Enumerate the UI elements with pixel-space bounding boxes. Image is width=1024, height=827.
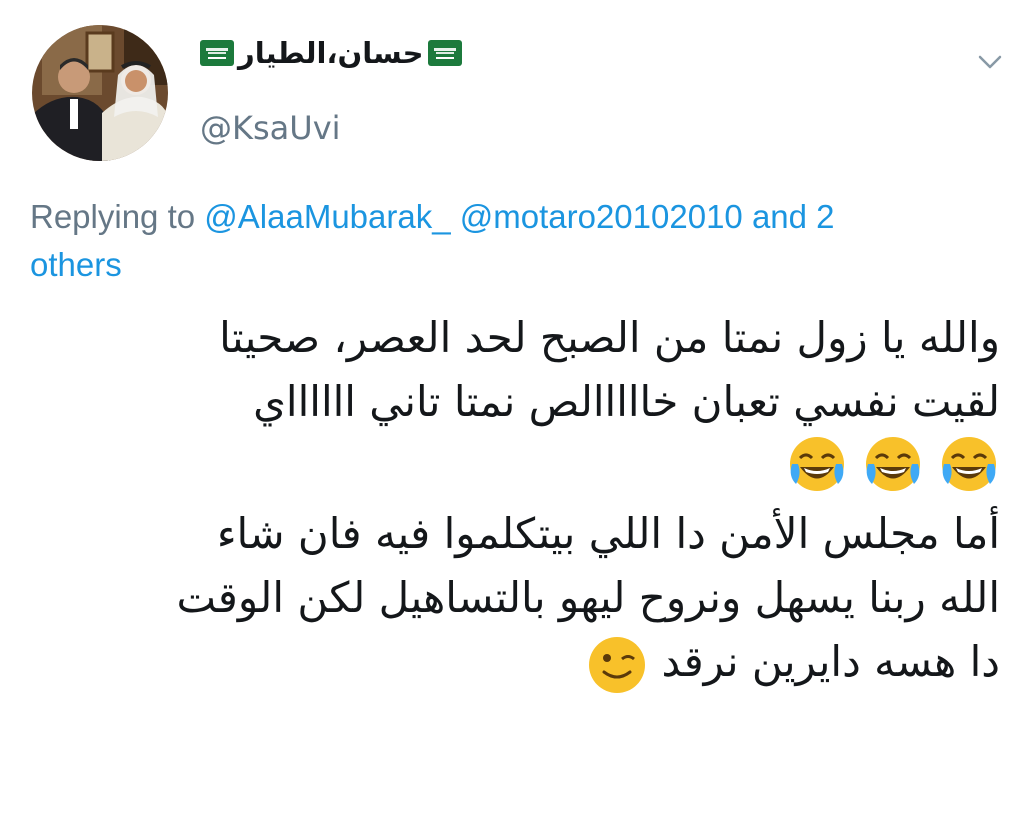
others-link[interactable]: others xyxy=(30,246,122,283)
replying-to: Replying to @AlaaMubarak_ @motaro2010201… xyxy=(30,193,1010,289)
others-link[interactable]: and 2 xyxy=(752,198,835,235)
emoji-row xyxy=(20,434,1000,502)
tweet-line: لقيت نفسي تعبان خااااالص نمتا تاني ااااا… xyxy=(253,377,1000,426)
tweet-text: والله يا زول نمتا من الصبح لحد العصر، صح… xyxy=(20,306,1000,696)
tweet-line: الله ربنا يسهل ونروح ليهو بالتساهيل لكن … xyxy=(176,573,1000,622)
saudi-flag-icon xyxy=(200,40,234,66)
tweet-line: أما مجلس الأمن دا اللي بيتكلموا فيه فان … xyxy=(216,509,1000,558)
avatar-photo xyxy=(32,25,168,161)
chevron-down-icon[interactable] xyxy=(976,52,1004,72)
face-with-tears-of-joy-icon xyxy=(938,434,1000,496)
user-handle[interactable]: @KsaUvi xyxy=(200,108,341,148)
tweet-line-text: دا هسه دايرين نرقد xyxy=(661,637,1000,686)
saudi-flag-icon xyxy=(427,40,462,66)
face-with-tears-of-joy-icon xyxy=(862,434,924,496)
tweet-line-last: دا هسه دايرين نرقد xyxy=(20,630,1000,696)
tweet-line: والله يا زول نمتا من الصبح لحد العصر، صح… xyxy=(219,313,1000,362)
mention-link[interactable]: @AlaaMubarak_ xyxy=(204,198,450,235)
winking-face-icon xyxy=(586,634,648,696)
replying-to-label: Replying to xyxy=(30,198,196,235)
face-with-tears-of-joy-icon xyxy=(786,434,848,496)
mention-link[interactable]: @motaro20102010 xyxy=(460,198,743,235)
avatar[interactable] xyxy=(32,25,168,161)
display-name[interactable]: حسان،الطيار xyxy=(238,38,424,68)
display-name-row: حسان،الطيار xyxy=(200,38,462,68)
